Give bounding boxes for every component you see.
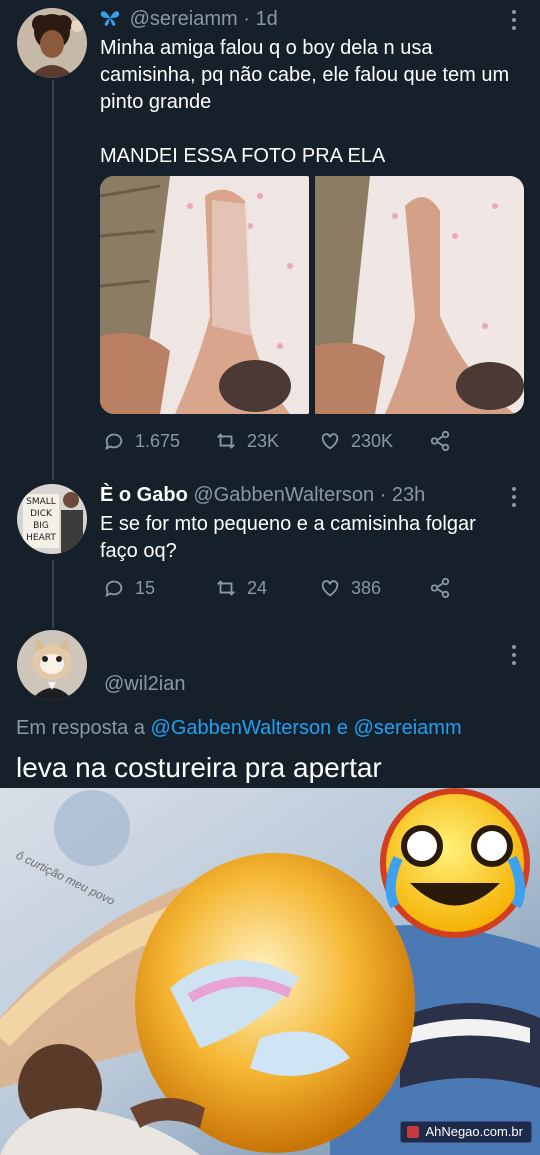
reply-button[interactable]: 15 [103,577,215,599]
avatar-sign-text: BIG [33,521,49,531]
tweet-text: E se for mto pequeno e a camisinha folga… [100,511,476,565]
avatar[interactable]: SMALL DICK BIG HEART [17,484,87,554]
watermark: AhNegao.com.br [400,1121,532,1143]
mention-conjunction: e [336,717,348,739]
user-handle[interactable]: @sereiamm [130,8,238,30]
reply-count: 1.675 [135,430,181,451]
retweet-button[interactable]: 23K [215,430,319,452]
avatar[interactable] [17,630,87,700]
reply-context: Em resposta a @GabbenWalterson e @sereia… [16,717,462,740]
avatar-sign-text: DICK [30,509,53,519]
meme-image[interactable]: AhNegao.com.br [0,788,540,1155]
like-button[interactable]: 386 [319,577,429,599]
user-handle[interactable]: @wil2ian [104,673,185,696]
reply-icon [105,433,123,451]
tweet-header: È o Gabo @GabbenWalterson · 23h [100,484,425,507]
share-icon [430,577,450,599]
avatar[interactable] [17,8,87,78]
separator: · [379,484,387,506]
timestamp[interactable]: 23h [392,484,425,506]
watermark-text: AhNegao.com.br [425,1124,523,1139]
user-handle[interactable]: @GabbenWalterson [193,484,374,506]
timestamp[interactable]: 1d [255,8,277,30]
tweet-photo[interactable] [315,176,524,414]
site-logo-icon [407,1126,420,1138]
reply-count: 15 [135,577,156,598]
share-button[interactable] [429,577,461,599]
reply-button[interactable]: 1.675 [103,430,215,452]
separator: · [243,8,250,30]
tweet-text: leva na costureira pra apertar [16,752,382,783]
tweet-photo[interactable] [100,176,309,414]
retweet-count: 24 [247,577,268,598]
more-options-icon[interactable] [510,487,518,507]
heart-icon [321,580,339,597]
mention-link[interactable]: @GabbenWalterson [151,717,332,739]
tweet-header: @sereiamm · 1d [100,8,278,31]
retweet-button[interactable]: 24 [215,577,319,599]
avatar-sign-text: HEART [26,533,56,543]
display-name[interactable]: È o Gabo [100,484,188,506]
like-count: 230K [351,430,394,451]
retweet-icon [217,580,235,596]
butterfly-icon [100,9,120,27]
tweet-text-line: camisinha, pq não cabe, ele falou que te… [100,64,510,86]
tweet-text: Minha amiga falou q o boy dela n usa cam… [100,35,509,116]
tweet-text-line: pinto grande [100,91,212,113]
reply-prefix: Em resposta a [16,717,145,739]
more-options-icon[interactable] [510,10,518,30]
tweet-text-line: Minha amiga falou q o boy dela n usa [100,37,433,59]
tweet-actions: 15 24 386 [103,577,461,599]
tweet-text-line: E se for mto pequeno e a camisinha folga… [100,513,476,535]
tweet-text-line: MANDEI ESSA FOTO PRA ELA [100,145,386,167]
like-count: 386 [351,577,382,598]
retweet-count: 23K [247,430,280,451]
heart-icon [321,433,339,450]
share-icon [430,430,450,452]
mention-link[interactable]: @sereiamm [354,717,462,739]
thread-line [52,560,54,628]
retweet-icon [217,433,235,449]
tweet-actions: 1.675 23K 230K [103,430,461,452]
share-button[interactable] [429,430,461,452]
tweet-text-line: faço oq? [100,540,177,562]
thread-line [52,80,54,480]
like-button[interactable]: 230K [319,430,429,452]
avatar-sign-text: SMALL [26,497,56,507]
more-options-icon[interactable] [510,645,518,665]
reply-icon [105,580,123,598]
